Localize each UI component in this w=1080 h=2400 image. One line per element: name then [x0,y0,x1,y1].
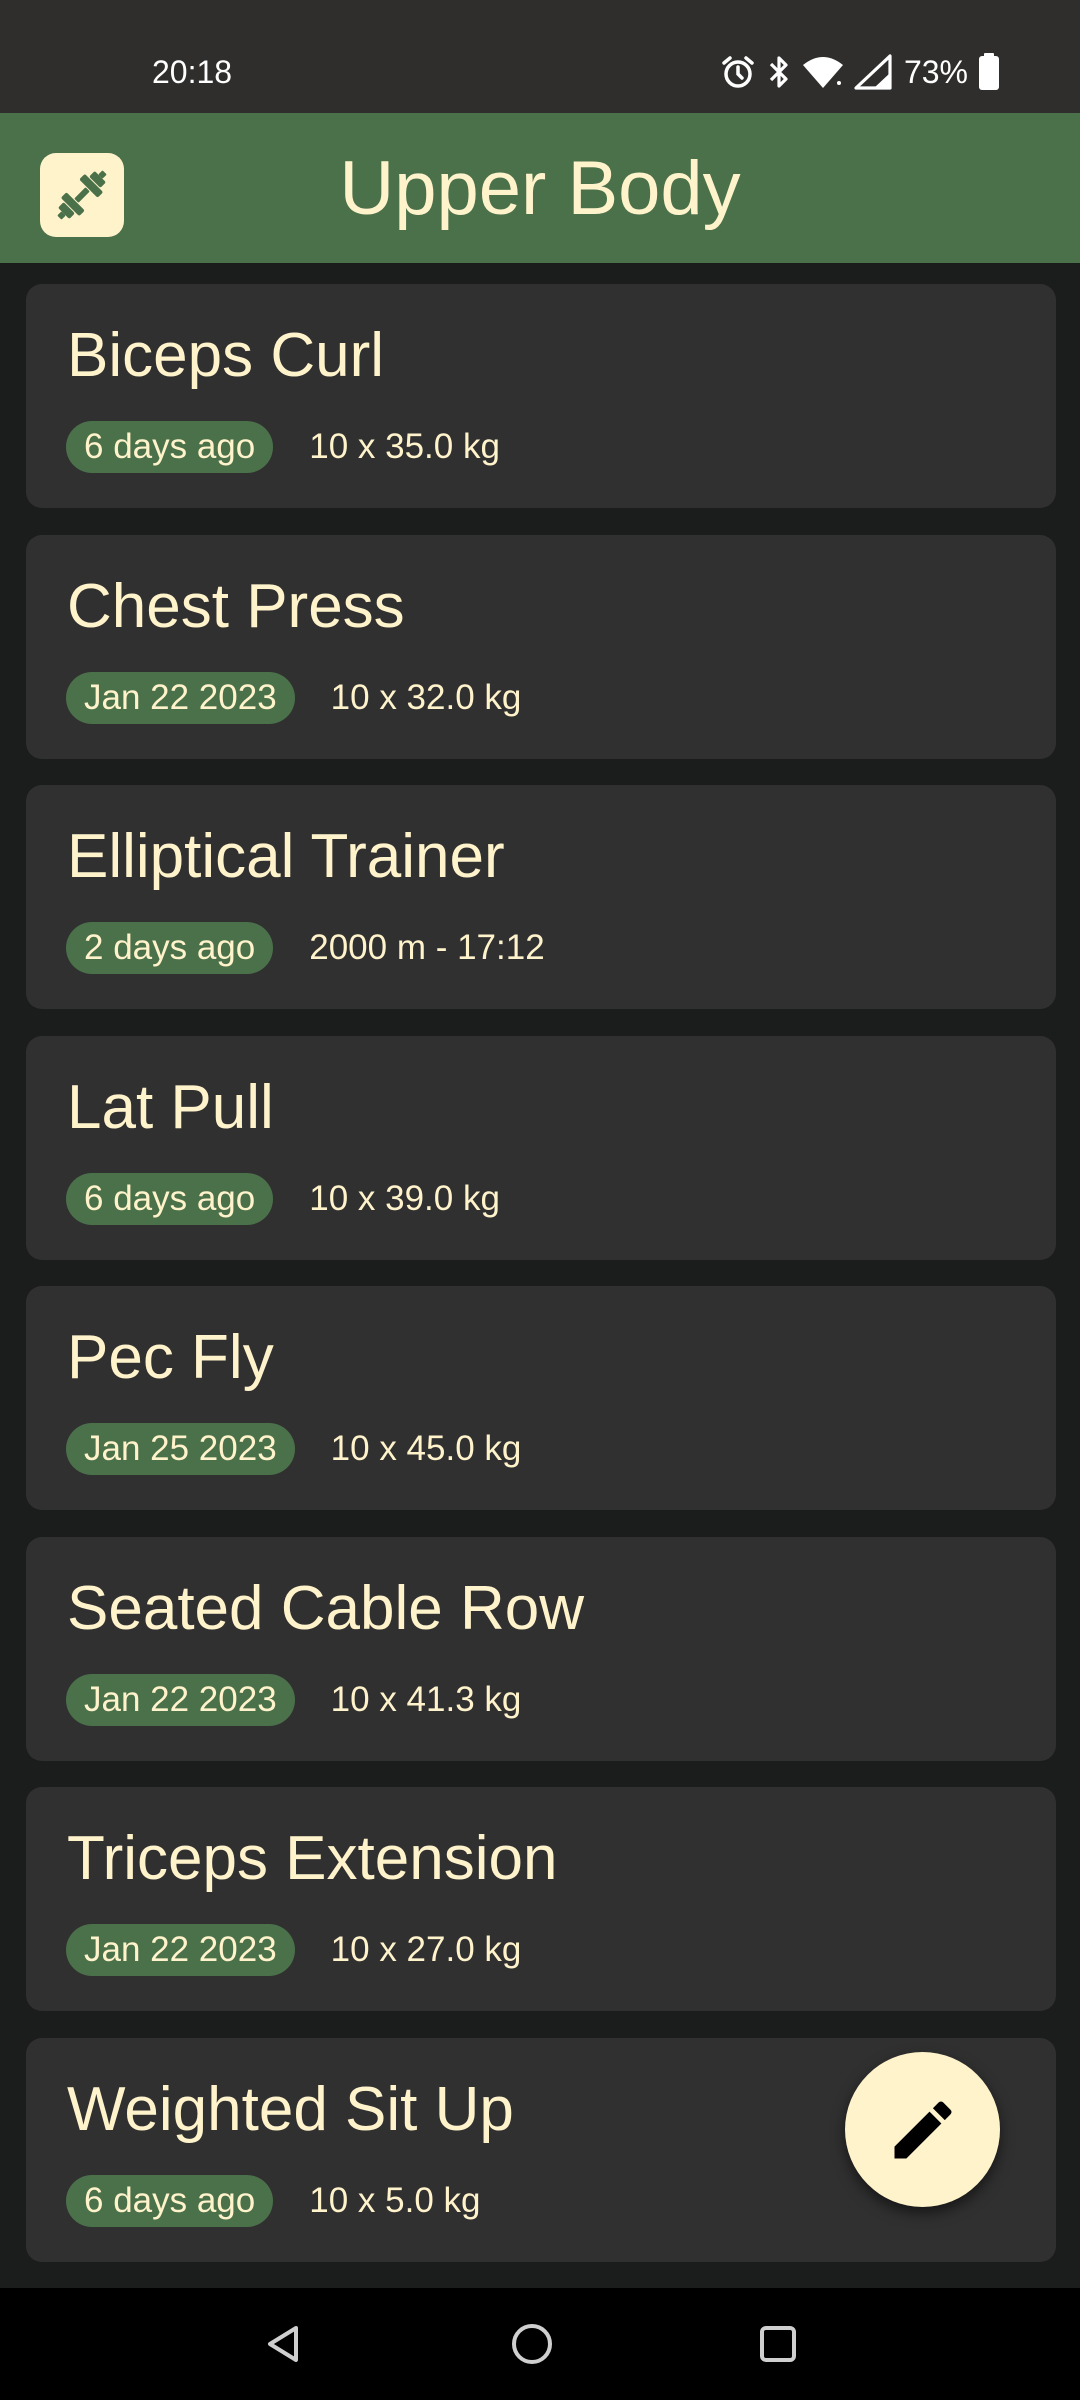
last-done-badge: Jan 22 2023 [66,1674,295,1726]
exercise-meta: Jan 22 2023 10 x 32.0 kg [66,672,521,724]
back-icon [268,2326,298,2362]
exercise-detail: 10 x 41.3 kg [330,1680,522,1719]
exercise-name: Chest Press [67,572,405,641]
exercise-detail: 10 x 45.0 kg [330,1429,522,1468]
exercise-list: Biceps Curl 6 days ago 10 x 35.0 kg Ches… [0,263,1080,2288]
nav-back-button[interactable] [256,2316,312,2372]
battery-percentage: 73% [903,54,968,90]
last-done-badge: 6 days ago [66,1173,274,1225]
exercise-name: Pec Fly [67,1323,274,1392]
exercise-meta: Jan 25 2023 10 x 45.0 kg [66,1423,521,1475]
wifi-icon [802,57,843,88]
exercise-card[interactable]: Chest Press Jan 22 2023 10 x 32.0 kg [26,535,1056,759]
nav-recents-button[interactable] [750,2316,806,2372]
exercise-meta: 6 days ago 10 x 39.0 kg [66,1173,500,1225]
home-icon [512,2324,552,2364]
nav-home-button[interactable] [504,2316,560,2372]
cellular-signal-icon [854,54,892,90]
exercise-name: Triceps Extension [67,1824,558,1893]
last-done-badge: 2 days ago [66,922,274,974]
exercise-card[interactable]: Seated Cable Row Jan 22 2023 10 x 41.3 k… [26,1537,1056,1761]
exercise-card[interactable]: Lat Pull 6 days ago 10 x 39.0 kg [26,1036,1056,1260]
exercise-name: Seated Cable Row [67,1574,584,1643]
last-done-badge: Jan 25 2023 [66,1423,295,1475]
exercise-card[interactable]: Triceps Extension Jan 22 2023 10 x 27.0 … [26,1787,1056,2011]
page-title: Upper Body [339,146,741,231]
exercise-card[interactable]: Pec Fly Jan 25 2023 10 x 45.0 kg [26,1286,1056,1510]
exercise-name: Elliptical Trainer [67,822,505,891]
exercise-name: Weighted Sit Up [67,2075,514,2144]
exercise-detail: 10 x 5.0 kg [309,2181,481,2220]
last-done-badge: 6 days ago [66,421,274,473]
exercise-card[interactable]: Elliptical Trainer 2 days ago 2000 m - 1… [26,785,1056,1009]
exercise-name: Biceps Curl [67,321,384,390]
status-icons: 73% [720,50,1000,94]
exercise-meta: 6 days ago 10 x 5.0 kg [66,2175,480,2227]
exercise-meta: Jan 22 2023 10 x 27.0 kg [66,1924,521,1976]
exercise-name: Lat Pull [67,1073,274,1142]
last-done-badge: Jan 22 2023 [66,672,295,724]
battery-icon [979,53,999,90]
app-bar: Upper Body [0,113,1080,263]
exercise-meta: 6 days ago 10 x 35.0 kg [66,421,500,473]
status-bar: 20:18 73% [0,0,1080,113]
last-done-badge: 6 days ago [66,2175,274,2227]
exercise-card[interactable]: Biceps Curl 6 days ago 10 x 35.0 kg [26,284,1056,508]
system-nav-bar [0,2288,1080,2400]
pencil-icon [894,2100,952,2158]
exercise-meta: Jan 22 2023 10 x 41.3 kg [66,1674,521,1726]
exercise-detail: 10 x 39.0 kg [309,1179,500,1218]
exercise-meta: 2 days ago 2000 m - 17:12 [66,922,545,974]
last-done-badge: Jan 22 2023 [66,1924,295,1976]
bluetooth-icon [769,56,788,88]
status-time: 20:18 [152,54,233,90]
exercise-detail: 2000 m - 17:12 [309,928,545,967]
alarm-icon [722,56,754,88]
recents-icon [760,2326,796,2362]
exercise-detail: 10 x 35.0 kg [309,427,500,466]
edit-fab-button[interactable] [845,2052,1000,2207]
exercise-detail: 10 x 32.0 kg [330,678,522,717]
exercise-detail: 10 x 27.0 kg [330,1930,522,1969]
